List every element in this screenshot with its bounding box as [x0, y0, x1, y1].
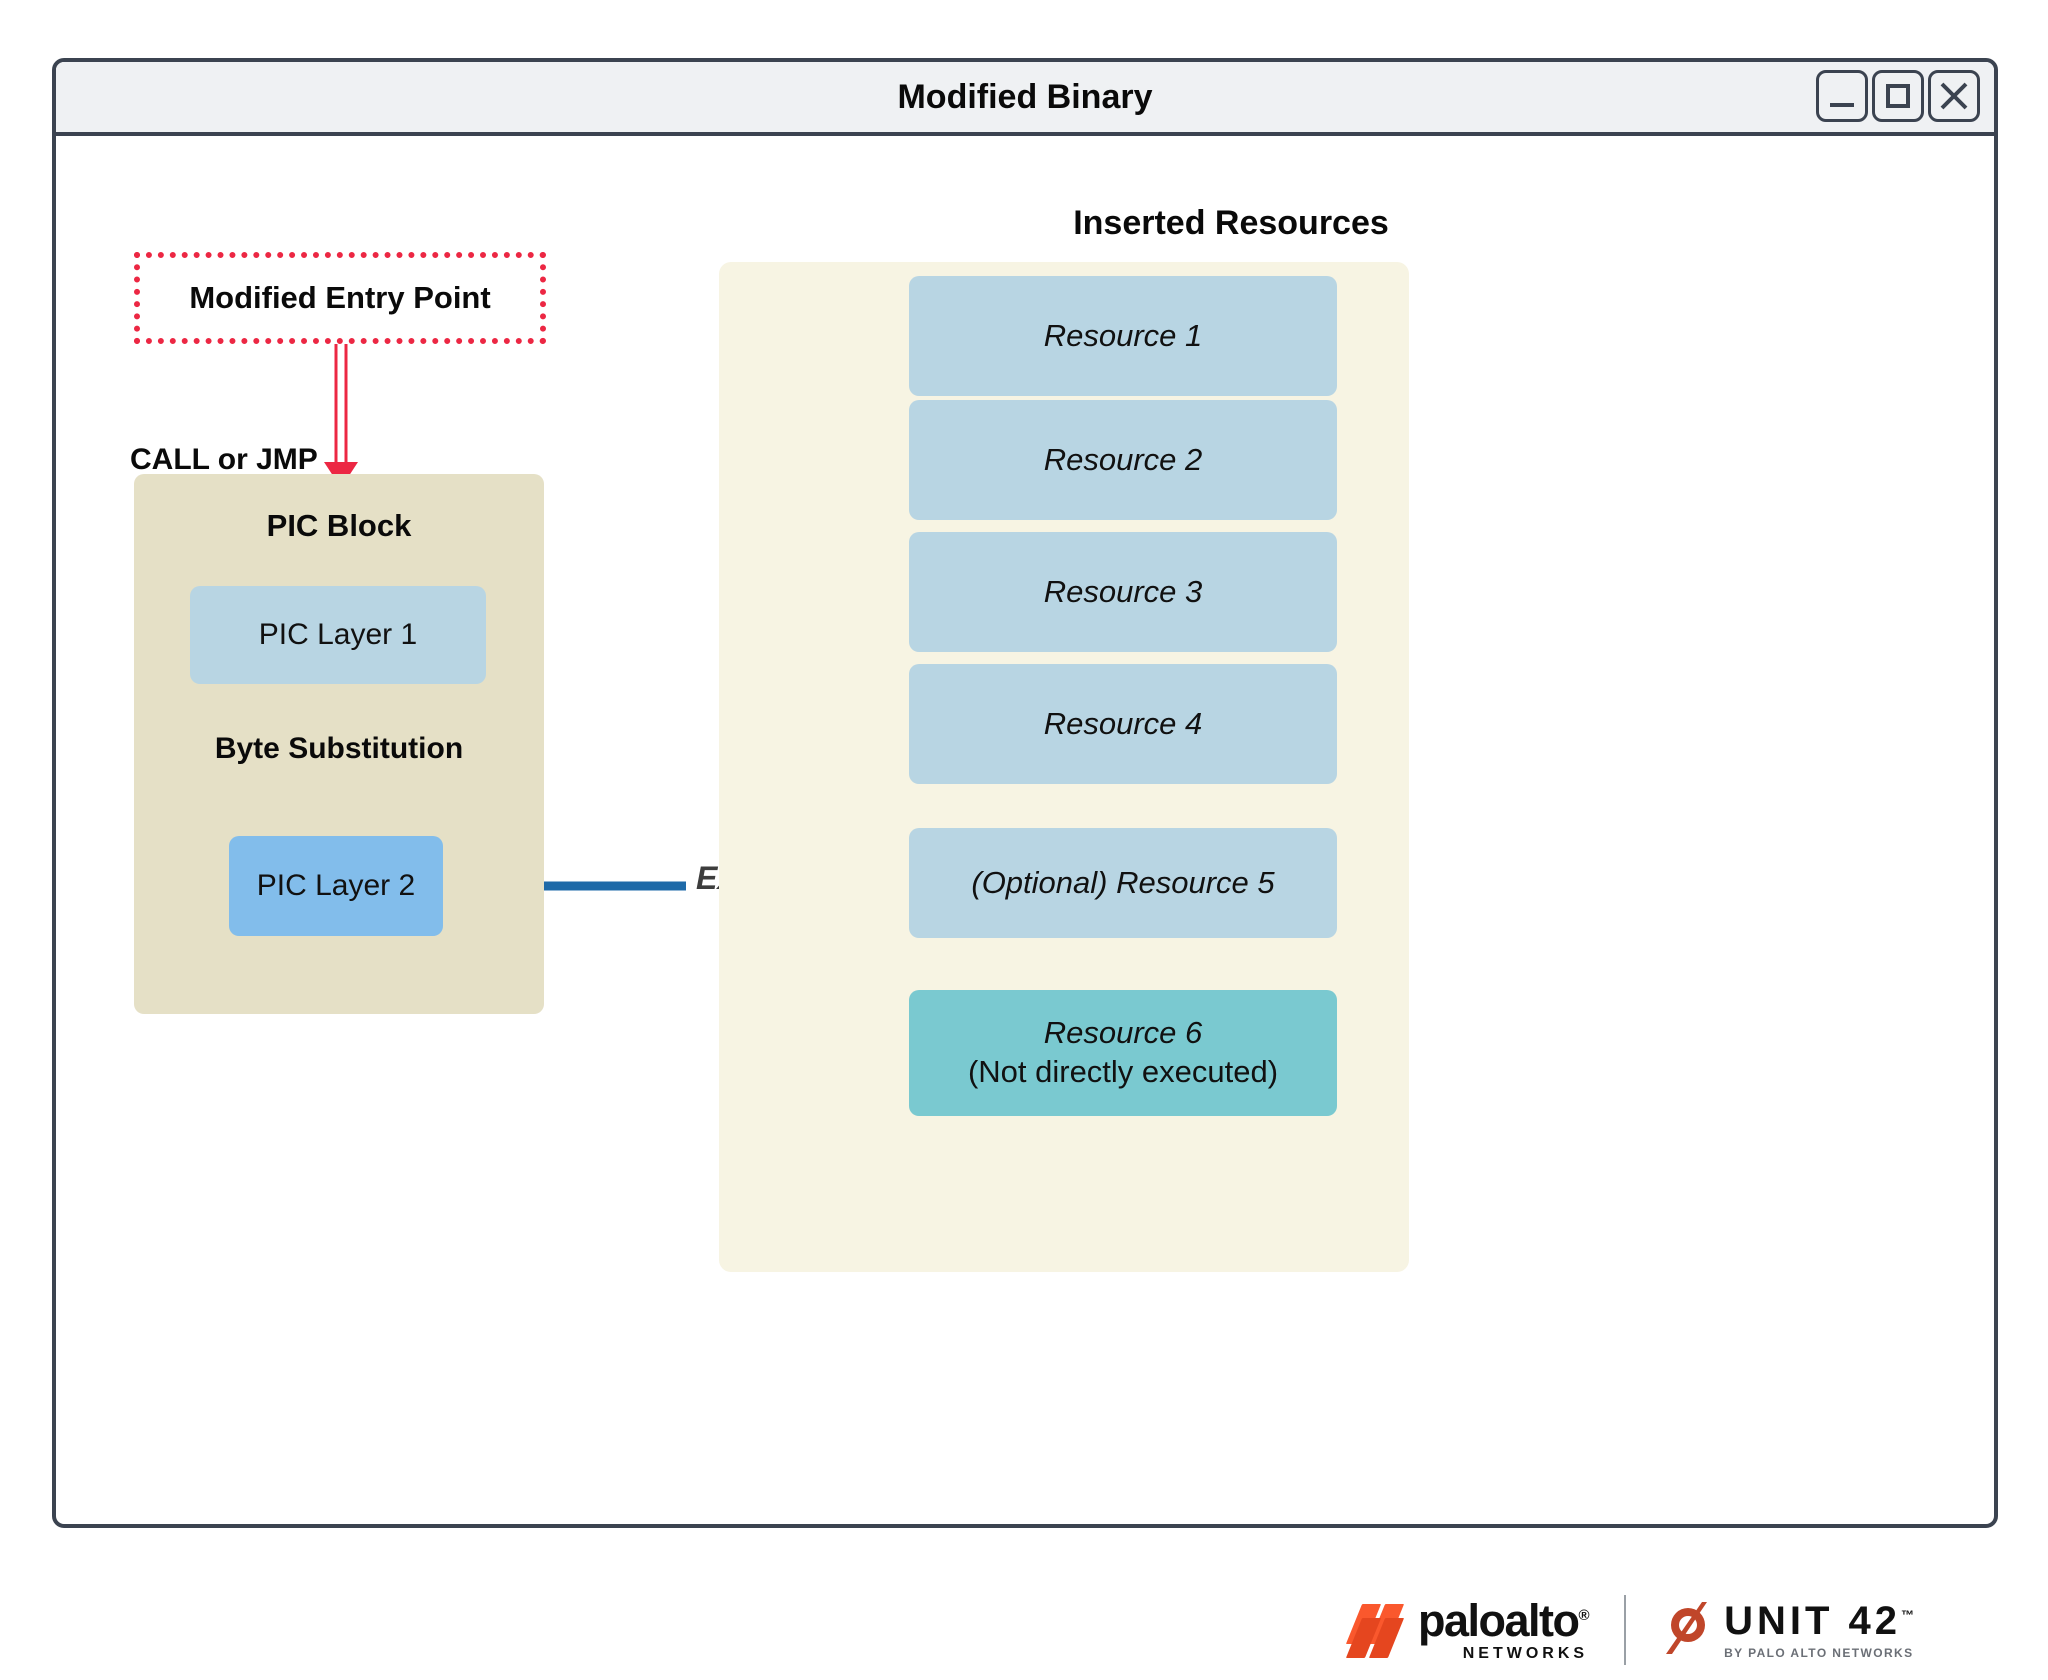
pic-layer-1-node[interactable]: PIC Layer 1: [190, 586, 486, 684]
minimize-icon: [1819, 73, 1865, 119]
resource-5-label: (Optional) Resource 5: [971, 864, 1275, 900]
resource-3-label: Resource 3: [1043, 573, 1203, 609]
byte-substitution-label: Byte Substitution: [214, 732, 464, 765]
resource-6-sub-label: (Not directly executed): [967, 1054, 1279, 1089]
pic-block-title: PIC Block: [266, 508, 412, 543]
close-button[interactable]: [1928, 70, 1980, 122]
resource-node-3[interactable]: Resource 3: [909, 532, 1337, 652]
call-or-jmp-label: CALL or JMP: [130, 443, 318, 476]
resource-2-label: Resource 2: [1043, 441, 1203, 477]
pic-layer-1-label: PIC Layer 1: [258, 618, 418, 651]
unit-42-logo: UNIT 42™ BY PALO ALTO NETWORKS: [1662, 1595, 1914, 1665]
unit42-name-text: UNIT 42: [1724, 1599, 1902, 1643]
resource-node-4[interactable]: Resource 4: [909, 664, 1337, 784]
pic-layer-2-node[interactable]: PIC Layer 2: [229, 836, 443, 936]
window-controls: [1816, 70, 1980, 122]
logo-divider: [1624, 1595, 1627, 1665]
maximize-icon: [1875, 73, 1921, 119]
resource-1-label: Resource 1: [1043, 317, 1203, 353]
close-icon: [1931, 73, 1977, 119]
resource-6-label: Resource 6: [1043, 1015, 1203, 1051]
unit42-mark-icon: [1662, 1602, 1714, 1658]
modified-entry-point-node[interactable]: Modified Entry Point: [134, 252, 546, 344]
window-title-bar: Modified Binary: [56, 62, 1994, 136]
modified-binary-window: Modified Binary Modified Entry Point CAL…: [52, 58, 1998, 1528]
maximize-button[interactable]: [1872, 70, 1924, 122]
paloalto-name: paloalto®: [1418, 1595, 1590, 1646]
resource-node-2[interactable]: Resource 2: [909, 400, 1337, 520]
page-title: Modified Binary: [897, 78, 1153, 116]
call-or-jmp-arrow: [324, 344, 358, 488]
pic-block-group: PIC Block PIC Layer 1 Byte Substitution …: [134, 474, 544, 1014]
inserted-resources-title: Inserted Resources: [1073, 204, 1389, 242]
unit42-sub-text: BY PALO ALTO NETWORKS: [1724, 1646, 1914, 1660]
resource-node-6[interactable]: Resource 6 (Not directly executed): [909, 990, 1337, 1116]
resource-4-label: Resource 4: [1043, 705, 1203, 741]
inserted-resources-panel: Resource 1 Resource 2 Resource 3 Resourc…: [719, 262, 1409, 1272]
pic-layer-2-label: PIC Layer 2: [256, 869, 416, 902]
paloalto-wordmark: paloalto® NETWORKS: [1418, 1595, 1590, 1662]
diagram-canvas: Modified Entry Point CALL or JMP PIC Blo…: [56, 136, 1994, 1524]
modified-entry-point-label: Modified Entry Point: [189, 280, 491, 315]
resource-node-5[interactable]: (Optional) Resource 5: [909, 828, 1337, 938]
minimize-button[interactable]: [1816, 70, 1868, 122]
footer-logos: paloalto® NETWORKS UNIT 42™ BY PALO ALTO…: [1345, 1588, 2012, 1672]
paloalto-name-text: paloalto: [1418, 1595, 1580, 1646]
resource-node-1[interactable]: Resource 1: [909, 276, 1337, 396]
unit42-name: UNIT 42™: [1724, 1601, 1914, 1641]
unit42-wordmark: UNIT 42™ BY PALO ALTO NETWORKS: [1724, 1601, 1914, 1659]
registered-mark-icon: ®: [1578, 1607, 1590, 1624]
paloalto-sub-text: NETWORKS: [1462, 1645, 1589, 1662]
paloalto-networks-logo: paloalto® NETWORKS: [1345, 1595, 1590, 1665]
paloalto-diamonds-icon: [1345, 1604, 1408, 1658]
trademark-icon: ™: [1901, 1607, 1915, 1623]
